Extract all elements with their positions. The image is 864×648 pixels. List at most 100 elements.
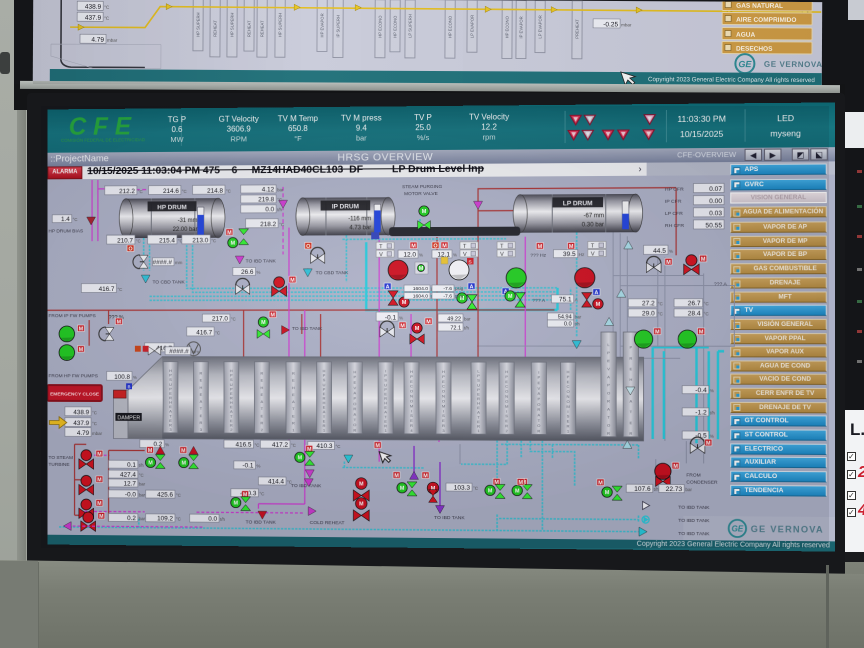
svg-text:°C: °C xyxy=(215,330,221,335)
svg-text:mm: mm xyxy=(175,260,183,265)
svg-text:AIRE COMPRIMIDO: AIRE COMPRIMIDO xyxy=(736,17,796,24)
svg-text:Copyright 2023 General Electri: Copyright 2023 General Electric Company … xyxy=(648,76,815,84)
svg-text:M: M xyxy=(415,326,420,332)
svg-text:°C: °C xyxy=(104,16,110,21)
svg-text:°C: °C xyxy=(279,222,285,227)
svg-text:°C: °C xyxy=(704,311,710,316)
svg-text:%: % xyxy=(453,252,457,257)
svg-text:4.12: 4.12 xyxy=(262,186,275,193)
svg-text:0.0: 0.0 xyxy=(265,206,274,213)
svg-text:22.00 bar: 22.00 bar xyxy=(173,227,198,233)
svg-text:°C: °C xyxy=(231,316,237,321)
svg-text:REHEATER2: REHEATER2 xyxy=(260,371,263,433)
svg-text:26.6: 26.6 xyxy=(241,269,254,276)
svg-text:TO STEAM: TO STEAM xyxy=(48,455,73,461)
svg-text:49.22: 49.22 xyxy=(447,316,461,322)
svg-text:TO CBD TANK: TO CBD TANK xyxy=(316,270,349,276)
svg-text:°C: °C xyxy=(92,410,98,415)
svg-text:438.9: 438.9 xyxy=(73,409,89,416)
svg-text:M: M xyxy=(508,294,513,300)
svg-text:IP EVAPOR: IP EVAPOR xyxy=(519,16,524,38)
svg-text:M: M xyxy=(596,302,601,308)
svg-text:29.0: 29.0 xyxy=(642,310,655,317)
svg-text:M: M xyxy=(261,320,266,326)
svg-text:TO IBD TANK: TO IBD TANK xyxy=(678,505,710,511)
svg-text:TO CBD TANK: TO CBD TANK xyxy=(152,279,185,285)
svg-text:12.0: 12.0 xyxy=(403,251,416,258)
svg-text:%: % xyxy=(133,375,137,380)
svg-text:TO IBD TANK: TO IBD TANK xyxy=(292,326,323,332)
svg-text:HP SUPERH: HP SUPERH xyxy=(196,12,201,36)
svg-text:°C: °C xyxy=(291,443,297,448)
svg-text:°C: °C xyxy=(658,301,664,306)
svg-text:bar: bar xyxy=(139,516,146,521)
svg-text:bar: bar xyxy=(277,187,284,192)
svg-text:°C: °C xyxy=(117,287,123,292)
svg-text:bar: bar xyxy=(575,314,582,319)
svg-text:°C: °C xyxy=(335,444,341,449)
svg-text:mbar: mbar xyxy=(621,22,632,27)
svg-text:1604.0: 1604.0 xyxy=(413,293,428,299)
svg-text:414.4: 414.4 xyxy=(268,478,284,485)
svg-text:HP SUPERH: HP SUPERH xyxy=(278,13,283,37)
svg-text:HP DRUM: HP DRUM xyxy=(157,204,187,211)
svg-text:HPECONOMISER1: HPECONOMISER1 xyxy=(566,369,569,433)
svg-text:t/h: t/h xyxy=(575,321,581,326)
svg-text:0.0: 0.0 xyxy=(208,516,217,523)
svg-text:TO IBD TANK: TO IBD TANK xyxy=(678,518,710,524)
svg-text:%: % xyxy=(710,434,714,439)
svg-text:-0.4: -0.4 xyxy=(695,387,707,394)
svg-text:####.#: ####.# xyxy=(169,348,189,355)
svg-text:mbar: mbar xyxy=(92,431,102,436)
svg-text:t/h: t/h xyxy=(220,517,225,522)
svg-text:M: M xyxy=(515,488,520,494)
svg-text:DAMPER: DAMPER xyxy=(117,415,140,421)
svg-text:4.73 bar: 4.73 bar xyxy=(349,225,371,231)
svg-text:0.00: 0.00 xyxy=(709,198,722,205)
svg-text:HP ECONO: HP ECONO xyxy=(378,15,383,38)
svg-text:°C: °C xyxy=(139,473,145,478)
svg-text:REHEAT: REHEAT xyxy=(213,20,218,37)
svg-text:??? A: ??? A xyxy=(532,298,546,304)
svg-text:IP CFR: IP CFR xyxy=(665,199,682,205)
svg-text:214.8: 214.8 xyxy=(207,188,223,195)
svg-text:°C: °C xyxy=(254,443,260,448)
svg-text:t/h: t/h xyxy=(710,410,716,415)
svg-text:TO IBD TANK: TO IBD TANK xyxy=(678,531,710,537)
svg-text:214.6: 214.6 xyxy=(163,188,179,195)
svg-text:TO IBD TANK: TO IBD TANK xyxy=(246,258,277,264)
svg-text:109.2: 109.2 xyxy=(157,515,173,522)
svg-text:HP EVAPOR: HP EVAPOR xyxy=(320,13,325,37)
svg-text:0.0: 0.0 xyxy=(564,321,572,327)
svg-text:103.3: 103.3 xyxy=(454,484,471,491)
svg-text:M: M xyxy=(182,461,187,467)
svg-text:TO IBD TANK: TO IBD TANK xyxy=(246,519,277,525)
svg-text:RH CFR: RH CFR xyxy=(665,223,685,229)
svg-text:217.0: 217.0 xyxy=(212,315,228,322)
svg-text:1.4: 1.4 xyxy=(61,216,70,223)
svg-text:HP ECONO: HP ECONO xyxy=(393,15,398,38)
svg-text:STEAM PURGING: STEAM PURGING xyxy=(402,184,442,190)
svg-text:t/h: t/h xyxy=(464,325,470,330)
svg-text:4.79: 4.79 xyxy=(91,37,104,44)
svg-text:HP ECONO: HP ECONO xyxy=(505,15,510,38)
svg-text:M: M xyxy=(231,241,236,247)
svg-text:26.7: 26.7 xyxy=(688,300,701,307)
svg-text:GAS NATURAL: GAS NATURAL xyxy=(736,3,783,10)
svg-text:FROM IP FW PUMPS: FROM IP FW PUMPS xyxy=(48,313,96,319)
svg-text:t/h: t/h xyxy=(654,487,660,492)
svg-text:mm: mm xyxy=(192,349,200,354)
svg-text:27.2: 27.2 xyxy=(642,300,655,307)
svg-text:410.3: 410.3 xyxy=(316,443,333,450)
svg-text:°C: °C xyxy=(104,5,110,10)
svg-text:M: M xyxy=(359,501,364,507)
svg-text:LP SUPERH: LP SUPERH xyxy=(408,14,413,38)
svg-text:FROM: FROM xyxy=(686,472,700,478)
svg-text:M: M xyxy=(402,300,407,306)
svg-text:416.7: 416.7 xyxy=(196,329,212,336)
svg-text:-0.25: -0.25 xyxy=(603,21,618,28)
svg-text:GE VERNOVA: GE VERNOVA xyxy=(764,60,822,69)
svg-text:M: M xyxy=(488,488,493,494)
svg-text:437.9: 437.9 xyxy=(85,15,102,22)
svg-text:M: M xyxy=(298,455,303,461)
